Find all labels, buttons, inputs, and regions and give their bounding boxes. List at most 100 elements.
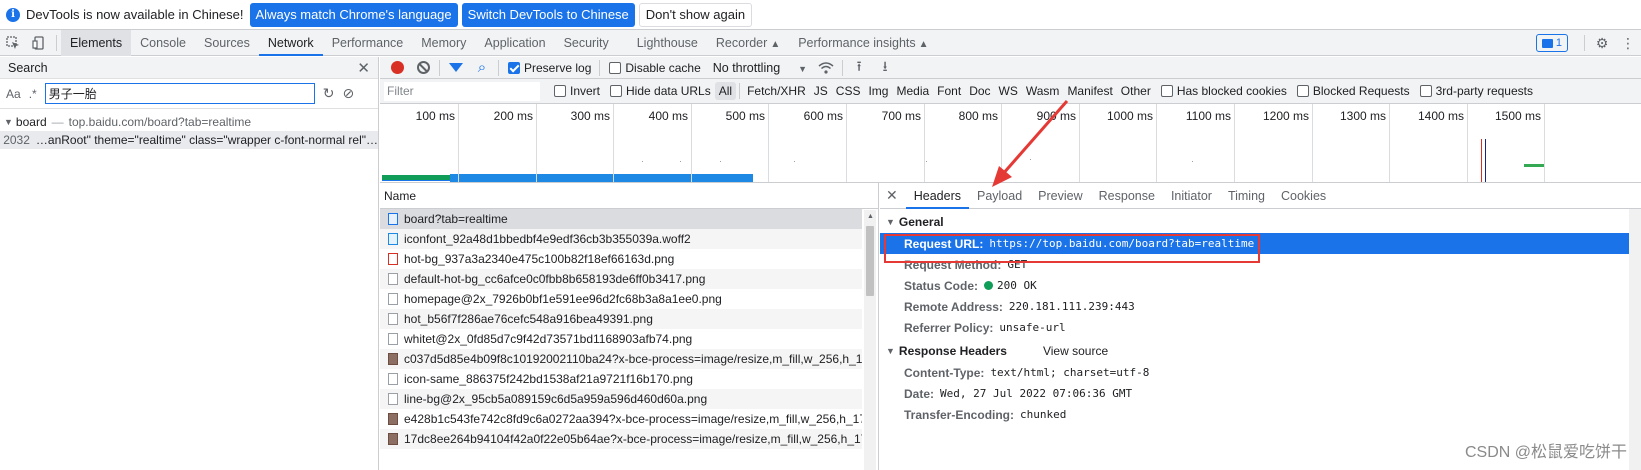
tab-initiator[interactable]: Initiator: [1163, 183, 1220, 209]
network-conditions-button[interactable]: [813, 57, 839, 79]
export-har-button[interactable]: ⭳: [872, 57, 898, 79]
search-result-line[interactable]: 2032 …anRoot" theme="realtime" class="wr…: [0, 131, 378, 149]
general-section-header[interactable]: ▼ General: [880, 211, 1641, 233]
disable-cache-checkbox[interactable]: Disable cache: [609, 61, 701, 75]
filter-type-ws[interactable]: WS: [995, 82, 1022, 100]
tab-application[interactable]: Application: [475, 30, 554, 56]
request-row[interactable]: iconfont_92a48d1bbedbf4e9edf36cb3b355039…: [380, 229, 862, 249]
remote-address-row[interactable]: Remote Address: 220.181.111.239:443: [880, 296, 1641, 317]
switch-to-chinese-button[interactable]: Switch DevTools to Chinese: [461, 2, 635, 27]
request-row[interactable]: e428b1c543fe742c8fd9c6a0272aa394?x-bce-p…: [380, 409, 862, 429]
response-headers-section-header[interactable]: ▼ Response Headers View source: [880, 340, 1641, 362]
request-row[interactable]: c037d5d85e4b09f8c10192002110ba24?x-bce-p…: [380, 349, 862, 369]
hide-data-urls-checkbox[interactable]: Hide data URLs: [610, 84, 711, 98]
throttling-select[interactable]: No throttling ▼: [713, 61, 807, 75]
tab-elements[interactable]: Elements: [61, 29, 132, 56]
request-row[interactable]: whitet@2x_0fd85d7c9f42d73571bd1168903afb…: [380, 329, 862, 349]
filter-toggle[interactable]: [443, 57, 469, 79]
tab-security[interactable]: Security: [555, 30, 618, 56]
always-match-language-button[interactable]: Always match Chrome's language: [249, 2, 458, 27]
close-details-icon[interactable]: ✕: [886, 187, 898, 204]
filter-type-wasm[interactable]: Wasm: [1022, 82, 1064, 100]
tab-performance[interactable]: Performance: [323, 30, 413, 56]
header-value: Wed, 27 Jul 2022 07:06:36 GMT: [940, 387, 1133, 400]
import-har-button[interactable]: ⭱: [846, 57, 872, 79]
network-overview-timeline[interactable]: 100 ms 200 ms 300 ms 400 ms 500 ms 600 ms 700 …: [380, 104, 1641, 183]
tab-lighthouse[interactable]: Lighthouse: [628, 30, 707, 56]
request-row[interactable]: homepage@2x_7926b0bf1e591ee96d2fc68b3a8a…: [380, 289, 862, 309]
refresh-icon[interactable]: ↻: [323, 85, 335, 102]
details-scrollbar[interactable]: [1629, 209, 1641, 470]
request-row[interactable]: icon-same_886375f242bd1538af21a9721f16b1…: [380, 369, 862, 389]
request-row[interactable]: 17dc8ee264b94104f42a0f22e05b64ae?x-bce-p…: [380, 429, 862, 449]
filter-type-fetch-xhr[interactable]: Fetch/XHR: [743, 82, 810, 100]
inspect-element-icon[interactable]: [0, 30, 26, 56]
header-value: text/html; charset=utf-8: [990, 366, 1150, 379]
close-icon[interactable]: ✕: [357, 59, 370, 77]
column-header-name[interactable]: Name: [380, 183, 878, 209]
filter-type-js[interactable]: JS: [810, 82, 832, 100]
request-row[interactable]: hot_b56f7f286ae76cefc548a916bea49391.png: [380, 309, 862, 329]
scroll-up-icon[interactable]: ▲: [867, 213, 874, 220]
tab-recorder[interactable]: Recorder ▲: [707, 30, 789, 56]
search-result-file[interactable]: ▼ board — top.baidu.com/board?tab=realti…: [0, 113, 378, 131]
response-headers-title: Response Headers: [898, 344, 1007, 358]
tab-preview[interactable]: Preview: [1030, 183, 1090, 209]
content-type-row[interactable]: Content-Type: text/html; charset=utf-8: [880, 362, 1641, 383]
request-row[interactable]: board?tab=realtime: [380, 209, 862, 229]
filter-type-font[interactable]: Font: [933, 82, 965, 100]
dont-show-again-button[interactable]: Don't show again: [638, 2, 753, 27]
download-icon: ⭳: [882, 57, 888, 74]
filter-type-manifest[interactable]: Manifest: [1063, 82, 1116, 100]
referrer-policy-row[interactable]: Referrer Policy: unsafe-url: [880, 317, 1641, 338]
expand-triangle-icon: ▼: [886, 217, 895, 227]
filter-type-media[interactable]: Media: [892, 82, 933, 100]
tab-timing[interactable]: Timing: [1220, 183, 1273, 209]
regex-toggle[interactable]: .*: [29, 87, 37, 101]
record-button[interactable]: [384, 57, 410, 79]
status-code-row[interactable]: Status Code: 200 OK: [880, 275, 1641, 296]
view-source-link[interactable]: View source: [1043, 344, 1108, 358]
has-blocked-cookies-checkbox[interactable]: Has blocked cookies: [1160, 84, 1287, 98]
date-row[interactable]: Date: Wed, 27 Jul 2022 07:06:36 GMT: [880, 383, 1641, 404]
search-button[interactable]: ⌕: [469, 57, 495, 79]
invert-checkbox[interactable]: Invert: [554, 84, 600, 98]
third-party-requests-checkbox[interactable]: 3rd-party requests: [1419, 84, 1533, 98]
search-panel: Search ✕ Aa .* 男子一胎 ↻ ⊘ ▼ board — top.ba…: [0, 57, 379, 470]
tab-network[interactable]: Network: [258, 30, 323, 56]
transfer-encoding-row[interactable]: Transfer-Encoding: chunked: [880, 404, 1641, 425]
request-row[interactable]: default-hot-bg_cc6afce0c0fbb8b658193de6f…: [380, 269, 862, 289]
filter-type-doc[interactable]: Doc: [965, 82, 994, 100]
tab-cookies[interactable]: Cookies: [1273, 183, 1334, 209]
tab-console[interactable]: Console: [131, 30, 195, 56]
filter-type-css[interactable]: CSS: [832, 82, 865, 100]
issues-counter-button[interactable]: 1: [1535, 34, 1568, 52]
filter-type-other[interactable]: Other: [1117, 82, 1155, 100]
font-file-icon: [388, 233, 398, 245]
search-input[interactable]: 男子一胎: [44, 83, 315, 104]
filter-input[interactable]: Filter: [384, 81, 540, 101]
scroll-thumb[interactable]: [866, 226, 874, 296]
preserve-log-checkbox[interactable]: Preserve log: [508, 61, 591, 75]
checkbox-unchecked: [1160, 85, 1173, 97]
clear-button[interactable]: [410, 57, 436, 79]
tab-sources[interactable]: Sources: [195, 30, 259, 56]
expand-triangle-icon: ▼: [886, 346, 895, 356]
blocked-requests-checkbox[interactable]: Blocked Requests: [1296, 84, 1410, 98]
tab-response[interactable]: Response: [1091, 183, 1163, 209]
device-toolbar-icon[interactable]: [26, 30, 52, 56]
request-row[interactable]: hot-bg_937a3a2340e475c100b82f18ef66163d.…: [380, 249, 862, 269]
tab-headers[interactable]: Headers: [905, 183, 970, 209]
request-list-scrollbar[interactable]: ▲: [864, 210, 876, 470]
filter-type-all[interactable]: All: [714, 82, 737, 100]
clear-search-icon[interactable]: ⊘: [342, 85, 354, 102]
filter-type-img[interactable]: Img: [864, 82, 892, 100]
match-case-toggle[interactable]: Aa: [6, 87, 21, 101]
request-row[interactable]: line-bg@2x_95cb5a089159c6d5a959a596d460d…: [380, 389, 862, 409]
network-panel: ⌕ Preserve log Disable cache No throttli…: [380, 57, 1641, 470]
more-options-icon[interactable]: ⋮: [1615, 30, 1641, 56]
tab-payload[interactable]: Payload: [969, 183, 1030, 209]
tab-performance-insights[interactable]: Performance insights ▲: [789, 30, 937, 56]
settings-gear-icon[interactable]: ⚙: [1589, 30, 1615, 56]
tab-memory[interactable]: Memory: [412, 30, 475, 56]
